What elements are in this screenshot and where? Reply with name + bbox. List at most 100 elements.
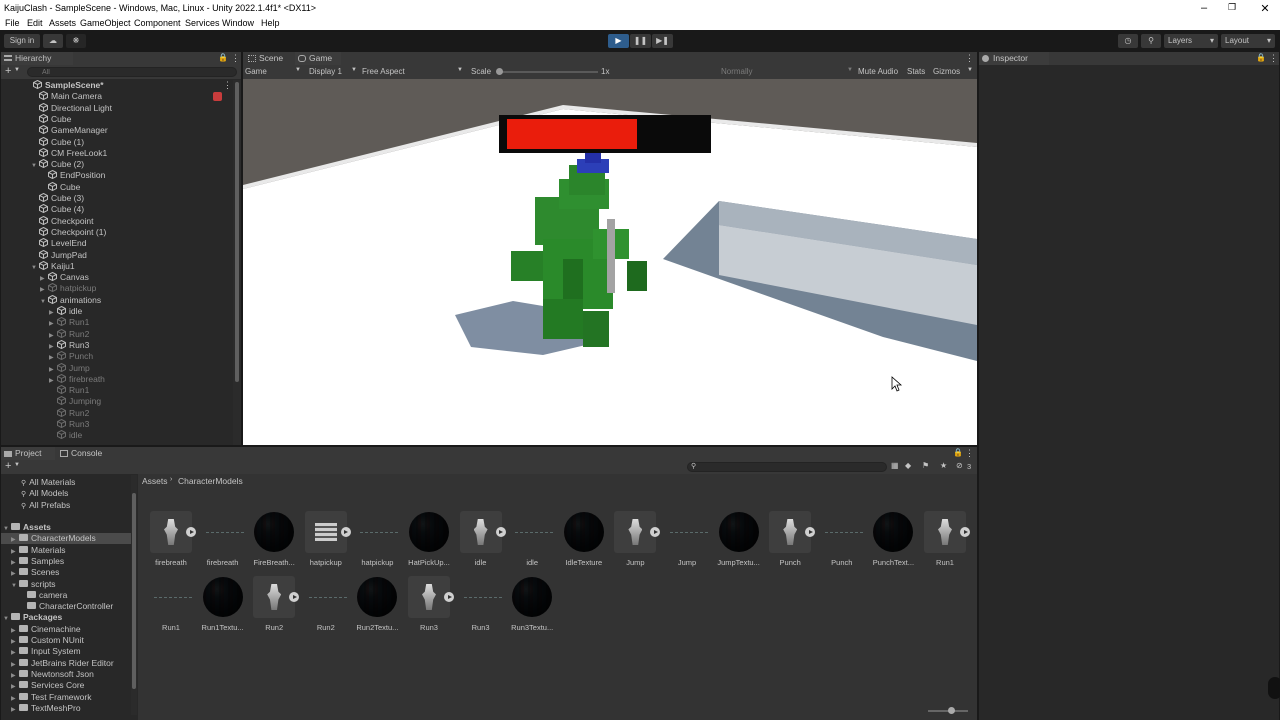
expand-asset-icon[interactable] [805, 527, 816, 537]
menu-file[interactable]: File [5, 18, 20, 28]
folder-tree-item[interactable]: ▶ Cinemachine [1, 624, 131, 635]
step-button[interactable]: ▶❚ [652, 34, 673, 48]
folder-tree-item[interactable]: ▶ TextMeshPro [1, 703, 131, 714]
hierarchy-item[interactable]: Run1 [49, 385, 89, 396]
kebab-menu-icon[interactable]: ⋮ [965, 53, 974, 64]
hierarchy-scrollbar[interactable] [233, 80, 241, 445]
maximize-icon[interactable]: ❐ [1222, 2, 1242, 13]
folder-tree-item[interactable]: ▶ Services Core [1, 680, 131, 691]
folder-tree-item[interactable]: ▶ Custom NUnit [1, 635, 131, 646]
hierarchy-item[interactable]: ▶ firebreath [49, 373, 105, 385]
stats-toggle[interactable]: Stats [907, 67, 925, 76]
hierarchy-item[interactable]: SampleScene* [25, 80, 104, 91]
menu-edit[interactable]: Edit [27, 18, 43, 28]
material-asset[interactable] [872, 511, 914, 553]
model-asset[interactable] [769, 511, 816, 553]
tab-game[interactable]: Game [295, 52, 341, 65]
folder-tree-item[interactable]: CharacterController [1, 601, 131, 612]
folder-tree-item[interactable]: ▼ Assets [1, 522, 131, 533]
folder-tree-item[interactable]: ▶ JetBrains Rider Editor [1, 658, 131, 669]
scrollbar-thumb[interactable] [235, 82, 239, 382]
animation-clip-asset[interactable] [356, 511, 399, 553]
search-icon[interactable]: ⚲ [1141, 34, 1161, 48]
kebab-menu-icon[interactable]: ⋮ [1269, 53, 1278, 64]
expand-asset-icon[interactable] [650, 527, 661, 537]
add-icon[interactable]: + [5, 65, 11, 77]
hierarchy-item[interactable]: Directional Light [31, 102, 112, 114]
pause-button[interactable]: ❚❚ [630, 34, 651, 48]
tab-project[interactable]: Project [1, 447, 55, 460]
folder-tree-item[interactable]: ▶ CharacterModels [1, 533, 131, 545]
hierarchy-item[interactable]: Cube (1) [31, 136, 84, 148]
animation-clip-asset[interactable] [460, 576, 502, 618]
expand-asset-icon[interactable] [289, 592, 300, 602]
chevron-down-icon[interactable]: ▼ [14, 462, 20, 468]
tab-scene[interactable]: Scene [245, 52, 293, 65]
kebab-menu-icon[interactable]: ⋮ [223, 80, 232, 91]
lock-icon[interactable]: 🔒 [953, 448, 963, 457]
material-asset[interactable] [563, 511, 605, 553]
animation-clip-asset[interactable] [202, 511, 244, 553]
collab-icon[interactable]: ❋ [66, 34, 86, 48]
hierarchy-item[interactable]: ▼ Kaiju1 [31, 260, 75, 274]
model-asset[interactable] [614, 511, 661, 553]
folder-tree-item[interactable]: camera [1, 590, 131, 601]
hierarchy-item[interactable]: ▶ hatpickup [40, 283, 96, 294]
cloud-icon[interactable]: ☁ [43, 34, 63, 48]
expand-asset-icon[interactable] [186, 527, 196, 537]
thumbnail-size-slider[interactable] [928, 707, 968, 714]
animation-clip-asset[interactable] [305, 576, 347, 618]
hierarchy-item[interactable]: Checkpoint (1) [31, 226, 106, 238]
folder-tree-item[interactable]: ▶ Materials [1, 545, 131, 556]
hierarchy-item[interactable]: ▼ animations [40, 294, 101, 308]
hierarchy-item[interactable]: Run3 [49, 418, 89, 430]
lock-icon[interactable]: 🔒 [218, 53, 228, 62]
layers-dropdown[interactable]: Layers ▾ [1164, 34, 1218, 48]
menu-assets[interactable]: Assets [49, 18, 76, 28]
model-asset[interactable] [304, 511, 351, 553]
expand-asset-icon[interactable] [960, 527, 970, 537]
material-asset[interactable] [253, 511, 295, 553]
hierarchy-item[interactable]: JumpPad [31, 249, 87, 261]
folder-tree-item[interactable]: ▶ Scenes [1, 567, 131, 578]
menu-gameobject[interactable]: GameObject [80, 18, 131, 28]
sign-in-button[interactable]: Sign in [4, 34, 40, 48]
material-asset[interactable] [202, 576, 244, 618]
material-asset[interactable] [718, 511, 760, 553]
layout-dropdown[interactable]: Layout ▾ [1221, 34, 1275, 48]
model-asset[interactable] [408, 576, 454, 618]
hierarchy-item[interactable]: EndPosition [40, 170, 105, 181]
expand-right-icon[interactable]: ▶ [11, 705, 19, 715]
hierarchy-item[interactable]: ▶ Run1 [49, 317, 89, 328]
tab-hierarchy[interactable]: Hierarchy [1, 52, 73, 65]
hierarchy-item[interactable]: Cube [31, 113, 71, 125]
hierarchy-item[interactable]: ▶ Jump [49, 362, 90, 374]
expand-down-icon[interactable]: ▼ [40, 297, 48, 308]
hierarchy-item[interactable]: idle [49, 430, 82, 441]
tab-inspector[interactable]: Inspector [979, 52, 1049, 65]
hierarchy-item[interactable]: Main Camera [31, 91, 102, 102]
hierarchy-item[interactable]: Jumping [49, 396, 101, 407]
model-asset[interactable] [253, 576, 300, 618]
hierarchy-item[interactable]: Checkpoint [31, 215, 94, 227]
folder-tree-item[interactable]: ▶ Input System [1, 646, 131, 657]
menu-services[interactable]: Services [185, 18, 220, 28]
menu-help[interactable]: Help [261, 18, 280, 28]
hierarchy-item[interactable]: LevelEnd [31, 238, 86, 249]
quality-dropdown[interactable]: Normally [721, 67, 753, 76]
display-dropdown[interactable]: Display 1 [309, 67, 342, 76]
folder-tree-item[interactable]: ▼ Packages [1, 612, 131, 623]
size-slider-knob[interactable] [948, 707, 955, 714]
breadcrumb-charactermodels[interactable]: CharacterModels [178, 476, 243, 486]
animation-clip-asset[interactable] [150, 576, 192, 618]
hierarchy-item[interactable]: ▼ Cube (2) [31, 159, 84, 170]
animation-clip-asset[interactable] [511, 511, 554, 553]
project-search-input[interactable] [687, 462, 887, 472]
close-icon[interactable]: ✕ [1255, 2, 1275, 15]
expand-down-icon[interactable]: ▼ [31, 263, 39, 274]
history-icon[interactable]: ◷ [1118, 34, 1138, 48]
menu-component[interactable]: Component [134, 18, 181, 28]
hidden-packages-icon[interactable]: ⊘ [956, 461, 963, 470]
add-icon[interactable]: + [5, 460, 11, 472]
tree-scrollbar[interactable] [131, 475, 137, 715]
